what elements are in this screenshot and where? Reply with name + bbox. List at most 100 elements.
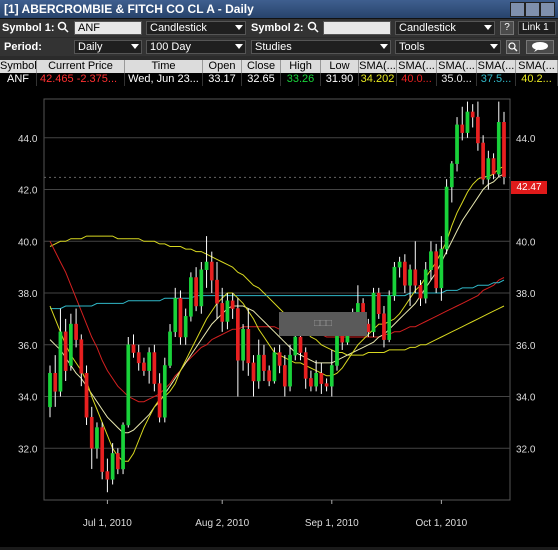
candle-body (309, 378, 313, 387)
cell-sma3: 35.0... (437, 73, 477, 86)
cell-time: Wed, Jun 23... (125, 73, 203, 86)
candle-body (329, 365, 334, 387)
chart-type1-select[interactable]: Candlestick (146, 21, 246, 35)
column-header[interactable]: SMA(... (477, 60, 516, 73)
zoom-icon[interactable] (506, 40, 520, 54)
column-header[interactable]: Current Price (37, 60, 125, 73)
column-header[interactable]: SMA(... (516, 60, 558, 73)
candle-body (267, 370, 272, 382)
x-tick-label: Oct 1, 2010 (416, 518, 468, 529)
candle-body (272, 352, 277, 382)
y-tick-label-right: 44.0 (516, 134, 536, 145)
candle-body (449, 163, 454, 188)
window-title: [1] ABERCROMBIE & FITCH CO CL A - Daily (4, 2, 254, 16)
candle-body (314, 372, 318, 387)
last-price-tag: 42.47 (511, 181, 547, 194)
search-icon[interactable] (56, 21, 70, 35)
studies-select[interactable]: Studies (251, 40, 391, 54)
chart-window: [1] ABERCROMBIE & FITCH CO CL A - Daily … (0, 0, 558, 547)
crosshair-readout: □□□ (279, 312, 367, 336)
cell-symbol: ANF (0, 73, 37, 86)
candle-body (126, 344, 131, 426)
column-header[interactable]: SMA(... (359, 60, 397, 73)
candle-body (209, 261, 214, 281)
chevron-down-icon (484, 25, 492, 30)
candle-body (230, 300, 235, 309)
candle-body (189, 277, 193, 317)
tools-value: Tools (399, 41, 425, 53)
candle-body (220, 303, 225, 322)
y-tick-label-left: 32.0 (18, 444, 38, 455)
candle-body (397, 261, 402, 268)
y-tick-label-left: 36.0 (18, 341, 38, 352)
candle-body (194, 277, 198, 307)
period-toolbar: Period: Daily 100 Day Studies Tools (0, 38, 558, 56)
y-tick-label-left: 34.0 (18, 393, 38, 404)
candle-body (403, 261, 407, 286)
candle-body (100, 427, 105, 472)
chart-type2-select[interactable]: Candlestick (395, 21, 495, 35)
column-header[interactable]: Low (321, 60, 359, 73)
quote-table-row[interactable]: ANF 42.465 -2.375... Wed, Jun 23... 33.1… (0, 73, 558, 87)
candle-body (168, 331, 172, 366)
candle-body (199, 269, 204, 307)
candle-body (298, 336, 303, 353)
y-tick-label-right: 36.0 (516, 341, 536, 352)
candle-body (481, 142, 485, 180)
chevron-down-icon (235, 25, 243, 30)
column-header[interactable]: SMA(... (397, 60, 437, 73)
cell-high: 33.26 (281, 73, 321, 86)
candle-body (434, 251, 439, 289)
column-header[interactable]: Open (203, 60, 242, 73)
y-tick-label-left: 38.0 (18, 289, 38, 300)
change-value: -2.375... (76, 73, 118, 85)
symbol2-label: Symbol 2: (251, 22, 304, 34)
y-tick-label-right: 38.0 (516, 289, 536, 300)
column-header[interactable]: Close (242, 60, 281, 73)
candle-body (256, 354, 261, 382)
candle-body (215, 279, 219, 304)
candle-body (502, 122, 506, 177)
maximize-button[interactable] (525, 2, 540, 17)
quote-table-header: Symbol Current Price Time Open Close High Low S… (0, 60, 558, 73)
candle-body (455, 124, 459, 164)
symbol2-input[interactable] (323, 21, 391, 35)
candle-body (79, 339, 84, 374)
help-button[interactable]: ? (500, 21, 514, 35)
cell-sma5: 40.2... (516, 73, 558, 86)
candle-body (69, 323, 73, 366)
candle-body (470, 111, 475, 118)
candle-body (178, 297, 183, 338)
speech-bubble-icon[interactable] (526, 40, 554, 54)
candle-body (418, 285, 423, 299)
range-select[interactable]: 100 Day (146, 40, 246, 54)
chevron-down-icon (490, 44, 498, 49)
x-tick-label: Sep 1, 2010 (305, 518, 359, 529)
candle-body (89, 416, 94, 449)
candle-body (48, 372, 52, 408)
period-label: Period: (4, 41, 42, 53)
candle-body (74, 323, 78, 340)
search-icon[interactable] (306, 21, 320, 35)
tools-select[interactable]: Tools (395, 40, 501, 54)
column-header[interactable]: SMA(... (437, 60, 477, 73)
column-header[interactable]: Symbol (0, 60, 37, 73)
candle-body (84, 372, 89, 418)
symbol1-input[interactable]: ANF (74, 21, 142, 35)
candle-body (444, 186, 449, 250)
period-select[interactable]: Daily (74, 40, 142, 54)
candle-body (131, 344, 136, 353)
title-bar[interactable]: [1] ABERCROMBIE & FITCH CO CL A - Daily (0, 0, 558, 19)
y-tick-label-right: 40.0 (516, 237, 536, 248)
close-button[interactable] (540, 2, 555, 17)
candle-body (204, 261, 209, 270)
cell-sma4: 37.5... (477, 73, 516, 86)
studies-value: Studies (255, 41, 292, 53)
column-header[interactable]: Time (125, 60, 203, 73)
candle-body (476, 116, 480, 144)
link-button[interactable]: Link 1 (518, 21, 556, 35)
chevron-down-icon (131, 44, 139, 49)
minimize-button[interactable] (510, 2, 525, 17)
column-header[interactable]: High (281, 60, 321, 73)
y-tick-label-right: 32.0 (516, 444, 536, 455)
